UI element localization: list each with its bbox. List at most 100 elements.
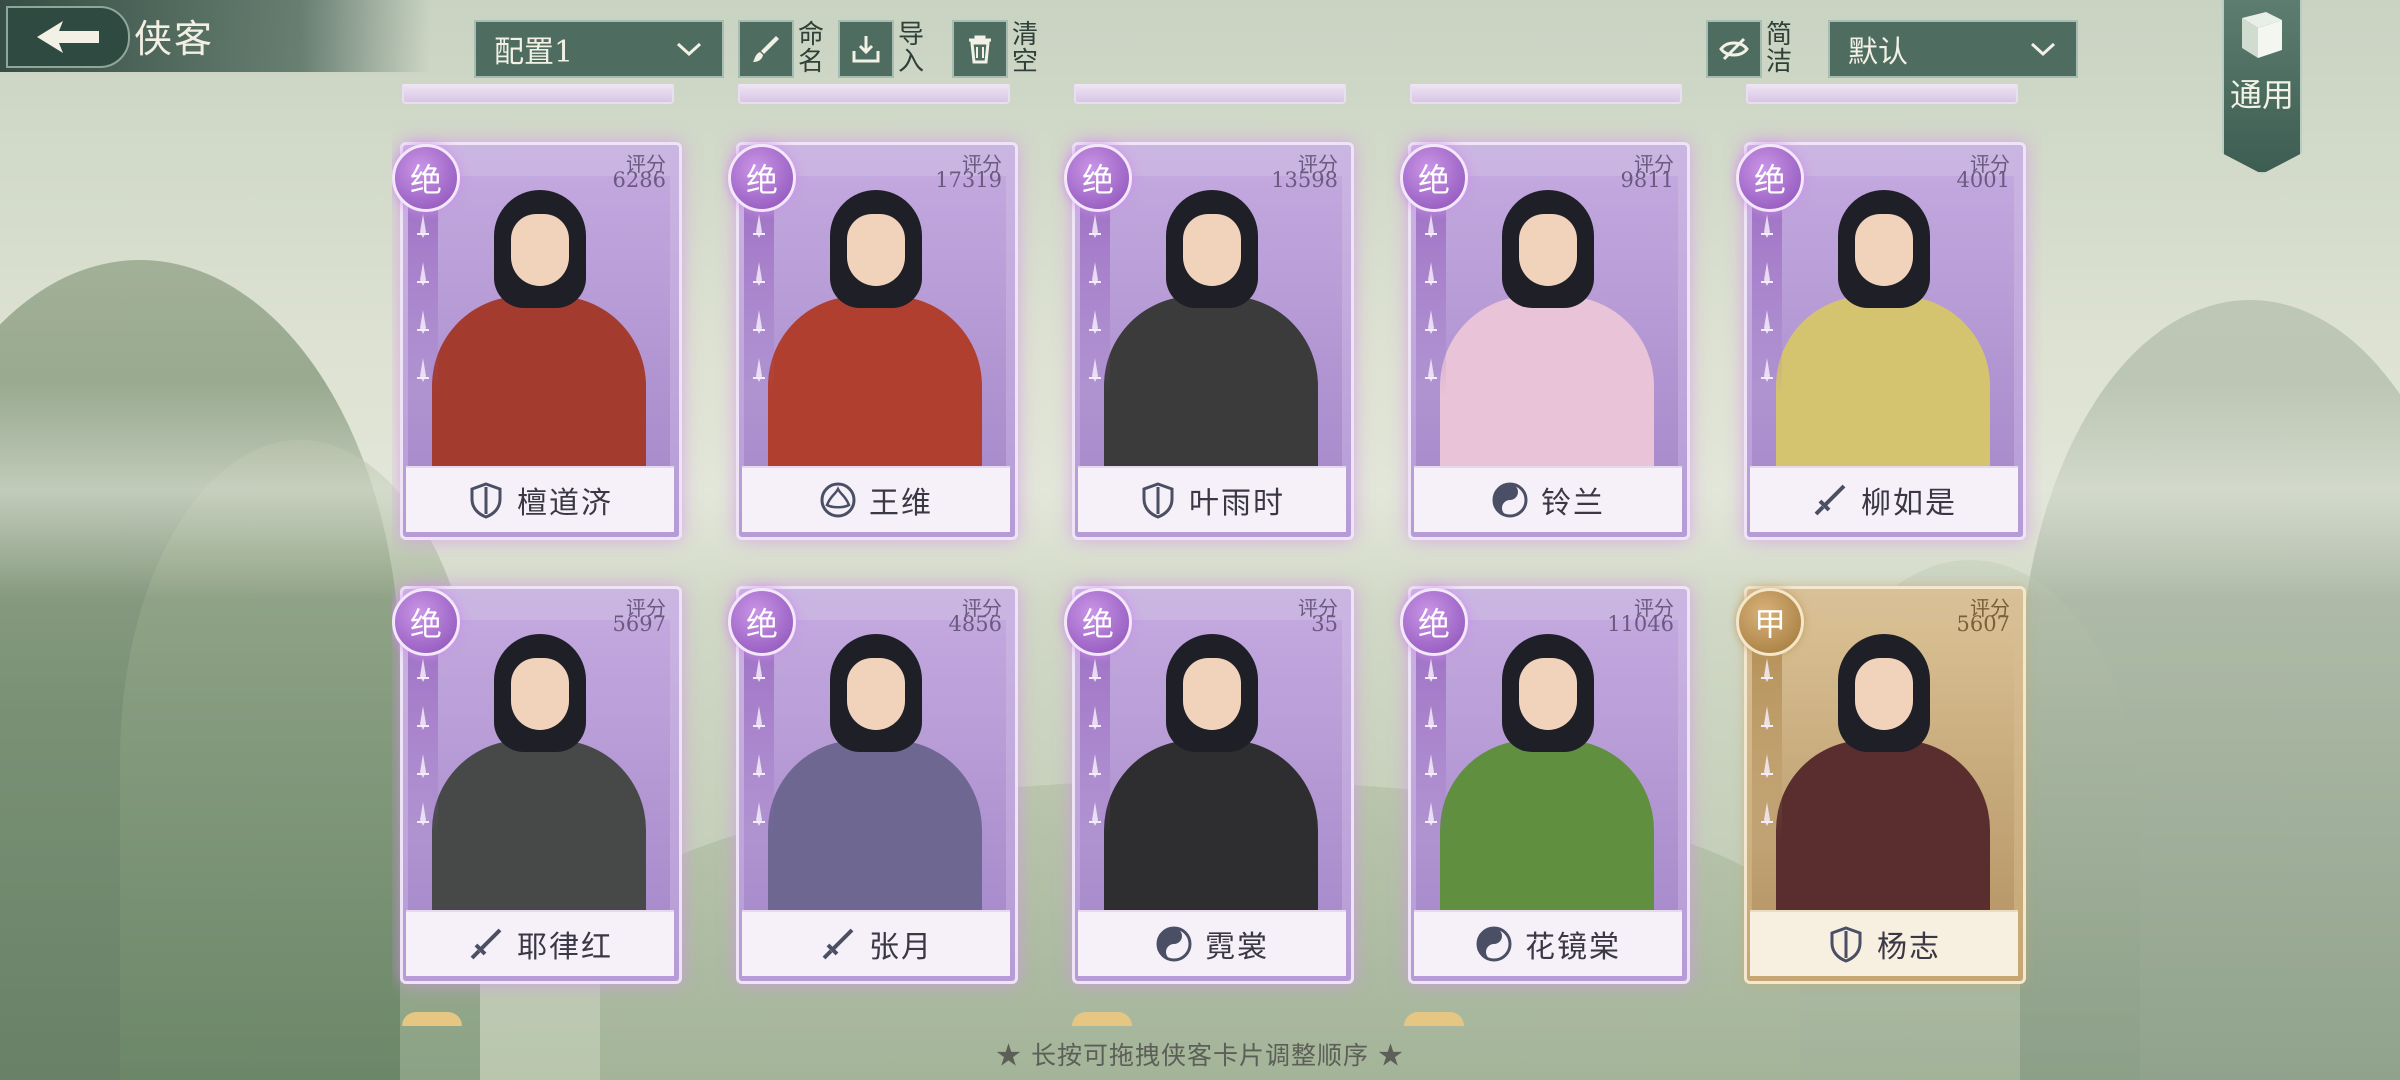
back-arrow-icon [37, 21, 99, 53]
rank-badge: 绝 [728, 144, 796, 212]
hero-card[interactable]: 评分 35 绝 霓裳 [1064, 576, 1354, 986]
previous-row-card [1410, 84, 1682, 104]
sword-rank-icon [753, 658, 765, 682]
import-button[interactable]: 导入 [838, 18, 932, 80]
hero-portrait [1416, 620, 1678, 910]
sword-rank-icon [753, 214, 765, 238]
score-value: 5607 [1956, 612, 2010, 636]
hero-portrait [1416, 176, 1678, 466]
hero-card[interactable]: 评分 5697 绝 耶律红 [392, 576, 682, 986]
rank-badge: 绝 [392, 588, 460, 656]
hero-card[interactable]: 评分 4001 绝 柳如是 [1736, 132, 2026, 542]
hero-card[interactable]: 评分 5607 甲 杨志 [1736, 576, 2026, 986]
import-label: 导入 [898, 20, 925, 77]
rank-badge: 绝 [392, 144, 460, 212]
score-value: 13598 [1271, 168, 1338, 192]
chevron-down-icon [2030, 42, 2056, 57]
drag-hint-text: ★ 长按可拖拽侠客卡片调整顺序 ★ [996, 1041, 1404, 1070]
hero-card-grid: 评分 6286 绝 檀道济 评分 17319 绝 王维 评分 13598 绝 叶… [392, 84, 2042, 1026]
hero-card[interactable]: 评分 11046 绝 花镜棠 [1400, 576, 1690, 986]
hero-name: 王维 [869, 486, 933, 521]
hero-card[interactable]: 评分 17319 绝 王维 [728, 132, 1018, 542]
hero-portrait [1752, 176, 2014, 466]
back-button[interactable] [6, 6, 130, 68]
sword-rank-icon [417, 262, 429, 286]
hero-name: 杨志 [1877, 930, 1941, 965]
sword-rank-icon [1761, 802, 1773, 826]
hero-name: 花镜棠 [1525, 930, 1621, 965]
hero-name: 张月 [869, 930, 933, 965]
rename-label: 命名 [798, 20, 825, 77]
previous-row-card [738, 84, 1010, 104]
sword-rank-icon [1761, 262, 1773, 286]
sword-rank-icon [753, 802, 765, 826]
sword-rank-icon [1425, 706, 1437, 730]
hero-name-bar: 花镜棠 [1414, 910, 1682, 976]
hero-name-bar: 杨志 [1750, 910, 2018, 976]
sword-rank-icon [417, 214, 429, 238]
sword-rank-icon [417, 358, 429, 382]
previous-row-card [402, 84, 674, 104]
sword-rank-icon [1089, 310, 1101, 334]
sword-rank-icon [417, 310, 429, 334]
brush-icon [753, 36, 779, 62]
rank-badge: 绝 [1064, 588, 1132, 656]
sword-rank-icon [1761, 754, 1773, 778]
hero-name-bar: 铃兰 [1414, 466, 1682, 532]
hero-name-bar: 王维 [742, 466, 1010, 532]
hero-name-bar: 柳如是 [1750, 466, 2018, 532]
hero-card[interactable]: 评分 6286 绝 檀道济 [392, 132, 682, 542]
hero-name-bar: 檀道济 [406, 466, 674, 532]
sword-rank-icon [753, 358, 765, 382]
sort-dropdown[interactable]: 默认 [1828, 20, 2078, 78]
hero-card[interactable]: 评分 4856 绝 张月 [728, 576, 1018, 986]
score-value: 6286 [612, 168, 666, 192]
score-value: 5697 [612, 612, 666, 636]
shield-icon [1830, 926, 1862, 963]
hero-name-bar: 叶雨时 [1078, 466, 1346, 532]
score-value: 4001 [1956, 168, 2010, 192]
sword-rank-icon [753, 262, 765, 286]
next-row-card [1072, 1012, 1132, 1026]
rank-badge: 绝 [1400, 588, 1468, 656]
previous-row-card [1746, 84, 2018, 104]
simple-view-label: 简洁 [1766, 20, 1793, 77]
sword-rank-icon [1761, 310, 1773, 334]
next-row-card [1404, 1012, 1464, 1026]
hero-name: 檀道济 [517, 486, 613, 521]
sword-rank-icon [1089, 358, 1101, 382]
sword-rank-icon [1425, 310, 1437, 334]
chevron-down-icon [676, 42, 702, 57]
sword-rank-icon [1425, 358, 1437, 382]
hero-name-bar: 霓裳 [1078, 910, 1346, 976]
sword-icon [1814, 484, 1846, 516]
sword-rank-icon [417, 706, 429, 730]
sword-rank-icon [417, 754, 429, 778]
general-tab-button[interactable]: 通用 [2222, 0, 2302, 174]
score-value: 17319 [935, 168, 1002, 192]
sword-rank-icon [1761, 706, 1773, 730]
sword-rank-icon [417, 658, 429, 682]
trash-icon [969, 35, 991, 64]
sword-rank-icon [1761, 358, 1773, 382]
hero-name-bar: 耶律红 [406, 910, 674, 976]
score-value: 4856 [948, 612, 1002, 636]
sword-rank-icon [1425, 658, 1437, 682]
hero-portrait [408, 176, 670, 466]
preset-dropdown[interactable]: 配置1 [474, 20, 724, 78]
clear-button[interactable]: 清空 [952, 18, 1046, 80]
clear-label: 清空 [1012, 20, 1039, 77]
sword-rank-icon [1761, 214, 1773, 238]
rank-badge: 绝 [1736, 144, 1804, 212]
sword-rank-icon [753, 310, 765, 334]
sword-icon [822, 928, 854, 960]
simple-view-toggle[interactable]: 简洁 [1706, 18, 1800, 80]
hero-card[interactable]: 评分 13598 绝 叶雨时 [1064, 132, 1354, 542]
sword-rank-icon [1089, 754, 1101, 778]
score-value: 11046 [1607, 612, 1674, 636]
hero-name: 耶律红 [517, 930, 613, 965]
sword-rank-icon [1425, 754, 1437, 778]
yinyang-icon [1156, 926, 1192, 962]
rename-button[interactable]: 命名 [738, 18, 832, 80]
hero-card[interactable]: 评分 9811 绝 铃兰 [1400, 132, 1690, 542]
